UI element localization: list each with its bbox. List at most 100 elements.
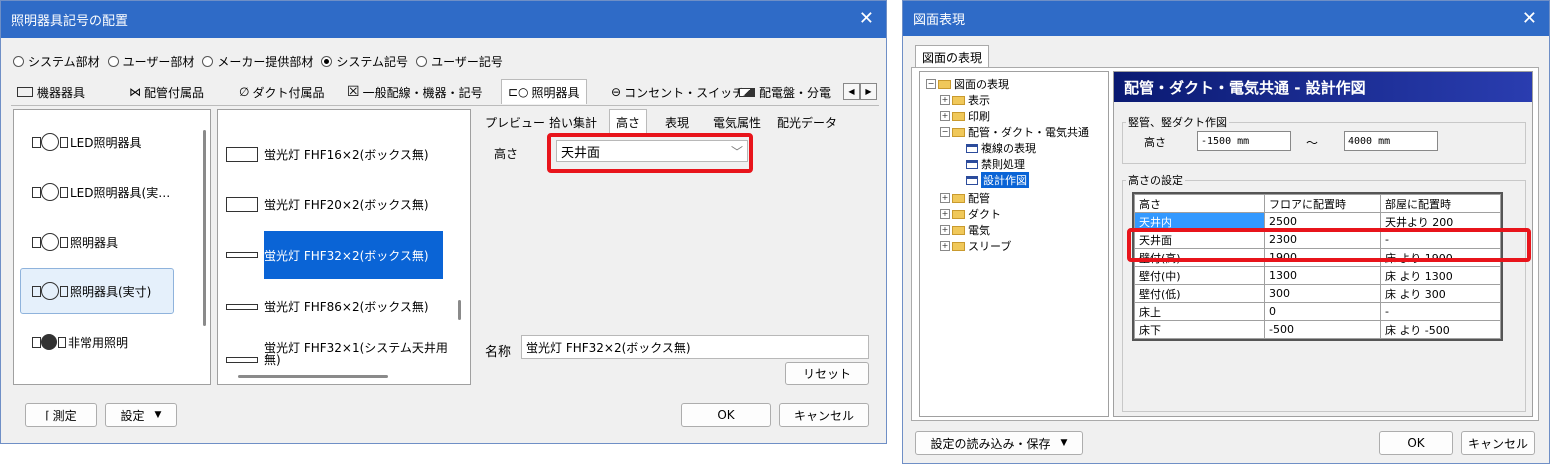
tab-pipe-fittings[interactable]: ⋈ 配管付属品 [123, 81, 210, 103]
group-label: 高さの設定 [1126, 172, 1185, 188]
tab-outlet-switch[interactable]: ⊖ コンセント・スイッチ [605, 81, 750, 103]
dialog2-titlebar: 図面表現 ✕ [903, 1, 1549, 36]
expand-icon: + [940, 193, 950, 203]
list-item[interactable]: 蛍光灯 FHF86×2(ボックス無) [226, 298, 429, 315]
tree-item-common[interactable]: − 配管・ダクト・電気共通 [940, 124, 1089, 140]
measure-button[interactable]: ⌈ 測定 [25, 403, 97, 427]
tab-expression[interactable]: 表現 [659, 111, 695, 133]
list-item-selected[interactable]: 照明器具(実寸) [20, 268, 174, 314]
height-label: 高さ [494, 147, 519, 161]
folder-icon [938, 79, 951, 89]
list-item[interactable]: 蛍光灯 FHF32×1(システム天井用 無) [226, 342, 448, 366]
lamp-symbol-icon [32, 336, 41, 348]
tail-icon [60, 236, 68, 248]
table-row[interactable]: 壁付(中) 1300 床 より 1300 [1134, 266, 1501, 285]
group-label: 竪管、竪ダクト作図 [1126, 114, 1229, 130]
tab-lighting[interactable]: ⊏○ 照明器具 [501, 79, 587, 104]
horizontal-scrollbar[interactable] [238, 375, 388, 378]
list-item[interactable]: 照明器具 [32, 232, 202, 252]
radio-user-parts[interactable]: ユーザー部材 [107, 53, 194, 70]
close-icon[interactable]: ✕ [1522, 8, 1537, 29]
circle-icon [41, 183, 59, 201]
scroll-right-icon[interactable]: ▶ [860, 83, 877, 100]
tree-item-root[interactable]: − 図面の表現 [926, 76, 1009, 92]
radio-icon [416, 56, 428, 67]
vertical-scrollbar[interactable] [203, 130, 206, 326]
lamp-symbol-icon [32, 236, 41, 248]
tab-electrical[interactable]: 電気属性 [707, 111, 767, 133]
to-height-input[interactable]: 4000 mm [1344, 131, 1438, 151]
list-item[interactable]: 蛍光灯 FHF20×2(ボックス無) [226, 196, 429, 213]
dropdown-arrow-icon: ▼ [154, 410, 162, 420]
highlight-box [1127, 228, 1531, 262]
tree-item-electrical[interactable]: + 電気 [940, 222, 990, 238]
tab-drawing-expression[interactable]: 図面の表現 [915, 45, 990, 68]
expand-icon: + [940, 95, 950, 105]
tree-item-display[interactable]: + 表示 [940, 92, 990, 108]
dropdown-arrow-icon: ▼ [1060, 438, 1068, 448]
radio-selected-icon [321, 56, 333, 67]
highlight-box [547, 133, 753, 173]
collapse-icon: − [926, 79, 936, 89]
name-field[interactable]: 蛍光灯 FHF32×2(ボックス無) [521, 335, 869, 359]
lamp-symbol-icon [32, 285, 41, 297]
list-item[interactable]: 蛍光灯 FHF16×2(ボックス無) [226, 146, 429, 163]
lamp-icon: ⊏○ [508, 85, 529, 99]
radio-maker-parts[interactable]: メーカー提供部材 [202, 53, 313, 70]
dialog2-title: 図面表現 [913, 13, 966, 28]
measure-icon: ⌈ [45, 408, 50, 422]
tree-item-duct[interactable]: + ダクト [940, 206, 1001, 222]
table-row[interactable]: 壁付(低) 300 床 より 300 [1134, 284, 1501, 303]
tab-equipment[interactable]: 機器器具 [11, 81, 91, 103]
tab-height[interactable]: 高さ [609, 109, 648, 134]
tab-pickup[interactable]: 拾い集計 [543, 111, 603, 133]
from-height-input[interactable]: -1500 mm [1197, 131, 1291, 151]
lamp-symbol-icon [32, 136, 41, 148]
page-icon [966, 159, 978, 169]
fixture-rect-icon [226, 147, 258, 162]
folder-icon [952, 127, 965, 137]
vertical-scrollbar[interactable] [458, 300, 461, 320]
radio-system-symbol[interactable]: システム記号 [321, 53, 408, 70]
list-item[interactable]: 非常用照明 [32, 332, 202, 352]
tree-item-double-line[interactable]: 複線の表現 [966, 140, 1036, 156]
ok-button[interactable]: OK [1379, 431, 1453, 455]
radio-system-parts[interactable]: システム部材 [13, 53, 100, 70]
cancel-button[interactable]: キャンセル [779, 403, 869, 427]
table-row[interactable]: 床上 0 - [1134, 302, 1501, 321]
tab-general-wiring[interactable]: ☒ 一般配線・機器・記号 [341, 81, 489, 103]
list-item[interactable]: LED照明器具 [32, 132, 202, 152]
ok-button[interactable]: OK [681, 403, 771, 427]
settings-button[interactable]: 設定 ▼ [105, 403, 177, 427]
tree-item-print[interactable]: + 印刷 [940, 108, 990, 124]
tree-item-piping[interactable]: + 配管 [940, 190, 990, 206]
tree-item-sleeve[interactable]: + スリーブ [940, 238, 1011, 254]
table-header-row: 高さ フロアに配置時 部屋に配置時 [1134, 194, 1501, 213]
list-item-selected[interactable]: 蛍光灯 FHF32×2(ボックス無) [226, 231, 454, 279]
tab-distribution-board[interactable]: 配電盤・分電 [733, 81, 837, 103]
close-icon[interactable]: ✕ [859, 8, 874, 29]
scroll-left-icon[interactable]: ◀ [843, 83, 860, 100]
expand-icon: + [940, 209, 950, 219]
table-row[interactable]: 床下 -500 床 より -500 [1134, 320, 1501, 339]
tab-light-distribution[interactable]: 配光データ [771, 111, 843, 133]
cancel-button[interactable]: キャンセル [1461, 431, 1535, 455]
tab-duct-fittings[interactable]: ∅ ダクト付属品 [233, 81, 330, 103]
crossed-box-icon: ☒ [347, 84, 360, 100]
load-save-settings-button[interactable]: 設定の読み込み・保存 ▼ [915, 431, 1083, 455]
outlet-icon: ⊖ [611, 85, 622, 99]
page-icon [966, 143, 978, 153]
category-tab-strip: 機器器具 ⋈ 配管付属品 ∅ ダクト付属品 ☒ 一般配線・機器・記号 ⊏○ 照明器具 ⊖… [11, 79, 879, 106]
dialog1-title: 照明器具記号の配置 [11, 14, 129, 29]
radio-user-symbol[interactable]: ユーザー記号 [416, 53, 503, 70]
bowtie-icon: ⋈ [129, 85, 141, 99]
fixture-thin-icon [226, 303, 258, 310]
list-item[interactable]: LED照明器具(実… [32, 182, 202, 202]
tree-item-design-drawing[interactable]: 設計作図 [966, 172, 1029, 188]
reset-button[interactable]: リセット [785, 362, 869, 385]
tree-item-restriction[interactable]: 禁則処理 [966, 156, 1025, 172]
tab-preview[interactable]: プレビュー [479, 111, 551, 133]
equipment-icon [17, 87, 33, 97]
tree-view: − 図面の表現 + 表示 + 印刷 − 配管・ダクト・電気共通 複線の表現 禁則処理 設… [919, 71, 1109, 417]
expand-icon: + [940, 241, 950, 251]
